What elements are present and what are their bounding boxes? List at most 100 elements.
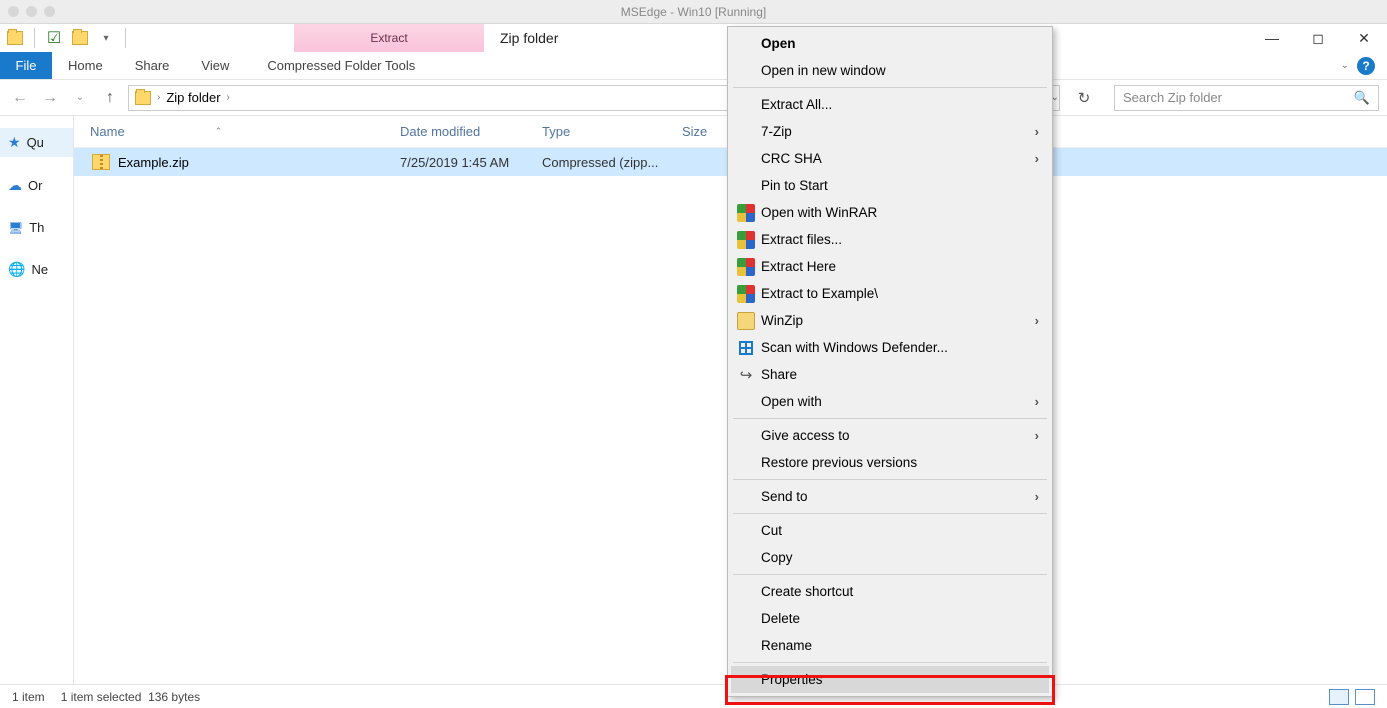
maximize-button[interactable]: ◻ xyxy=(1295,24,1341,52)
winrar-icon xyxy=(737,231,755,249)
sidebar-item-this-pc[interactable]: 🖥Th xyxy=(0,214,73,241)
ctx-winzip[interactable]: WinZip› xyxy=(731,307,1049,334)
chevron-right-icon: › xyxy=(1035,151,1039,166)
ribbon-tabs: File Home Share View Compressed Folder T… xyxy=(0,52,1387,80)
window-title: Zip folder xyxy=(484,24,754,52)
refresh-button[interactable]: ↻ xyxy=(1070,85,1098,111)
details-view-icon[interactable] xyxy=(1329,689,1349,705)
tab-home[interactable]: Home xyxy=(52,52,119,79)
separator xyxy=(733,87,1047,88)
column-size[interactable]: Size xyxy=(666,124,726,139)
ctx-open-with[interactable]: Open with› xyxy=(731,388,1049,415)
ctx-copy[interactable]: Copy xyxy=(731,544,1049,571)
ribbon-expand-icon[interactable]: ⌄ xyxy=(1341,60,1349,71)
pc-icon: 🖥 xyxy=(8,221,23,235)
chevron-right-icon[interactable]: › xyxy=(155,92,162,103)
ctx-rename[interactable]: Rename xyxy=(731,632,1049,659)
ctx-label: Open with WinRAR xyxy=(761,205,877,220)
ctx-open[interactable]: Open xyxy=(731,30,1049,57)
ctx-open-new-window[interactable]: Open in new window xyxy=(731,57,1049,84)
large-icons-view-icon[interactable] xyxy=(1355,689,1375,705)
breadcrumb-segment[interactable]: Zip folder xyxy=(166,90,220,105)
minimize-dot[interactable] xyxy=(26,6,37,17)
status-item-count: 1 item xyxy=(12,690,45,704)
customize-qat-icon[interactable]: ▾ xyxy=(97,29,115,47)
properties-qat-icon[interactable]: ☑ xyxy=(45,29,63,47)
tab-compressed-tools[interactable]: Compressed Folder Tools xyxy=(245,52,437,79)
ctx-label: Extract to Example\ xyxy=(761,286,878,301)
ctx-extract-to-folder[interactable]: Extract to Example\ xyxy=(731,280,1049,307)
ctx-cut[interactable]: Cut xyxy=(731,517,1049,544)
ctx-create-shortcut[interactable]: Create shortcut xyxy=(731,578,1049,605)
ctx-restore-versions[interactable]: Restore previous versions xyxy=(731,449,1049,476)
share-icon xyxy=(737,366,755,384)
sidebar-item-onedrive[interactable]: ☁Or xyxy=(0,171,73,200)
tab-view[interactable]: View xyxy=(185,52,245,79)
winrar-icon xyxy=(737,204,755,222)
ctx-label: Open with xyxy=(761,394,822,409)
ctx-label: Extract files... xyxy=(761,232,842,247)
star-icon: ★ xyxy=(8,134,21,151)
winrar-icon xyxy=(737,258,755,276)
chevron-right-icon[interactable]: › xyxy=(225,92,232,103)
file-name-cell[interactable]: Example.zip xyxy=(74,154,384,170)
ctx-extract-here[interactable]: Extract Here xyxy=(731,253,1049,280)
tab-file[interactable]: File xyxy=(0,52,52,79)
column-date[interactable]: Date modified xyxy=(384,124,526,139)
ctx-7zip[interactable]: 7-Zip › xyxy=(731,118,1049,145)
ctx-extract-all[interactable]: Extract All... xyxy=(731,91,1049,118)
zoom-dot[interactable] xyxy=(44,6,55,17)
ctx-label: Scan with Windows Defender... xyxy=(761,340,948,355)
contextual-tab-header[interactable]: Extract xyxy=(294,24,484,52)
column-type[interactable]: Type xyxy=(526,124,666,139)
close-dot[interactable] xyxy=(8,6,19,17)
search-icon[interactable]: 🔍 xyxy=(1354,90,1370,106)
new-folder-qat-icon[interactable] xyxy=(71,29,89,47)
status-bar: 1 item 1 item selected 136 bytes xyxy=(0,684,1387,708)
chevron-right-icon: › xyxy=(1035,313,1039,328)
ctx-label: 7-Zip xyxy=(761,124,792,139)
ctx-send-to[interactable]: Send to› xyxy=(731,483,1049,510)
folder-icon xyxy=(135,91,151,105)
minimize-button[interactable]: — xyxy=(1249,24,1295,52)
winrar-icon xyxy=(737,285,755,303)
ctx-share[interactable]: Share xyxy=(731,361,1049,388)
search-placeholder: Search Zip folder xyxy=(1123,90,1222,105)
mac-traffic-lights[interactable] xyxy=(8,6,55,17)
search-input[interactable]: Search Zip folder 🔍 xyxy=(1114,85,1379,111)
column-name[interactable]: Name⌃ xyxy=(74,124,384,139)
ctx-crc-sha[interactable]: CRC SHA› xyxy=(731,145,1049,172)
recent-dropdown-icon[interactable]: ⌄ xyxy=(68,86,92,110)
up-button[interactable]: ↑ xyxy=(98,86,122,110)
ctx-give-access[interactable]: Give access to› xyxy=(731,422,1049,449)
tab-share[interactable]: Share xyxy=(119,52,186,79)
separator xyxy=(733,662,1047,663)
forward-button[interactable]: → xyxy=(38,86,62,110)
separator xyxy=(34,28,35,48)
vm-title: MSEdge - Win10 [Running] xyxy=(621,5,766,19)
network-icon: 🌐 xyxy=(8,261,25,278)
close-button[interactable]: ✕ xyxy=(1341,24,1387,52)
navigation-pane: ★Qu ☁Or 🖥Th 🌐 Ne xyxy=(0,116,74,700)
file-type-cell: Compressed (zipp... xyxy=(526,155,696,170)
ctx-defender-scan[interactable]: Scan with Windows Defender... xyxy=(731,334,1049,361)
zip-file-icon xyxy=(92,154,110,170)
help-icon[interactable]: ? xyxy=(1357,57,1375,75)
chevron-right-icon: › xyxy=(1035,124,1039,139)
ctx-open-with-winrar[interactable]: Open with WinRAR xyxy=(731,199,1049,226)
sidebar-label: Ne xyxy=(31,262,48,277)
separator xyxy=(733,513,1047,514)
sort-indicator-icon: ⌃ xyxy=(215,126,223,137)
chevron-right-icon: › xyxy=(1035,428,1039,443)
file-date-cell: 7/25/2019 1:45 AM xyxy=(384,155,526,170)
ribbon-top: ☑ ▾ Extract Zip folder — ◻ ✕ xyxy=(0,24,1387,52)
ctx-pin-to-start[interactable]: Pin to Start xyxy=(731,172,1049,199)
sidebar-item-network[interactable]: 🌐 Ne xyxy=(0,255,73,284)
ctx-extract-files[interactable]: Extract files... xyxy=(731,226,1049,253)
ctx-delete[interactable]: Delete xyxy=(731,605,1049,632)
folder-icon[interactable] xyxy=(6,29,24,47)
sidebar-item-quick-access[interactable]: ★Qu xyxy=(0,128,73,157)
back-button[interactable]: ← xyxy=(8,86,32,110)
separator xyxy=(733,479,1047,480)
ctx-properties[interactable]: Properties xyxy=(731,666,1049,693)
